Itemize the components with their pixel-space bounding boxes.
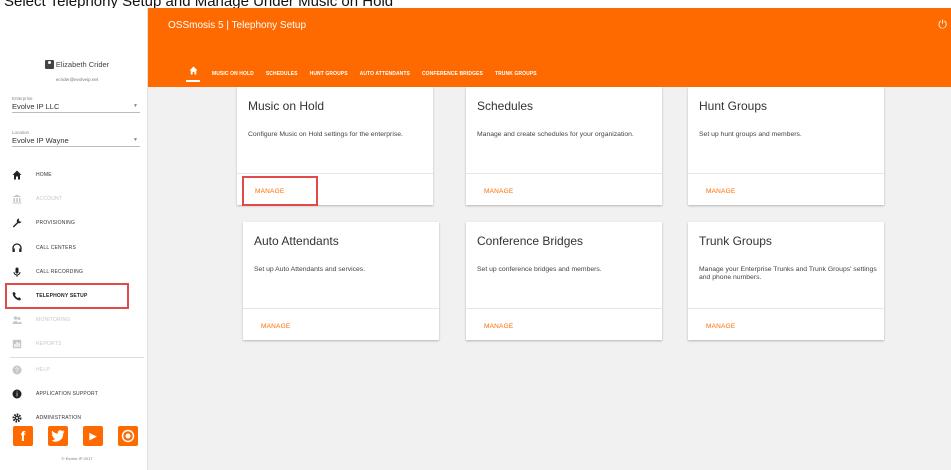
tab-hunt-groups[interactable]: HUNT GROUPS — [310, 71, 348, 77]
manage-button-auto-attendants[interactable]: MANAGE — [248, 311, 324, 341]
card-title: Schedules — [477, 99, 534, 113]
manage-button-hunt-groups[interactable]: MANAGE — [693, 176, 769, 206]
sidebar-item-account[interactable]: ACCOUNT — [6, 187, 148, 211]
card-schedules: Schedules Manage and create schedules fo… — [466, 87, 662, 205]
tab-conference-bridges[interactable]: CONFERENCE BRIDGES — [422, 71, 483, 77]
sidebar-item-call-centers[interactable]: CALL CENTERS — [6, 236, 148, 260]
card-conference-bridges: Conference Bridges Set up conference bri… — [466, 222, 662, 340]
home-icon — [12, 170, 22, 180]
card-description: Set up conference bridges and members. — [477, 266, 602, 273]
card-hunt-groups: Hunt Groups Set up hunt groups and membe… — [688, 87, 884, 205]
sidebar-item-reports[interactable]: REPORTS — [6, 332, 148, 356]
tab-auto-attendants[interactable]: AUTO ATTENDANTS — [360, 71, 410, 77]
sidebar-item-label: PROVISIONING — [36, 220, 76, 227]
wrench-icon — [12, 218, 22, 228]
card-description: Configure Music on Hold settings for the… — [248, 131, 403, 138]
sidebar-item-help[interactable]: ? HELP — [6, 358, 148, 382]
sidebar-item-monitoring[interactable]: MONITORING — [6, 308, 148, 332]
user-info: Elizabeth Crider ecrider@evolveip.net — [6, 56, 148, 82]
sidebar-item-label: ADMINISTRATION — [36, 414, 82, 421]
tab-bar: MUSIC ON HOLD SCHEDULES HUNT GROUPS AUTO… — [186, 66, 537, 82]
report-icon — [12, 339, 22, 349]
manage-button-schedules[interactable]: MANAGE — [471, 176, 547, 206]
card-title: Conference Bridges — [477, 234, 584, 248]
card-divider — [688, 173, 884, 174]
user-name: Elizabeth Crider — [55, 60, 110, 69]
sidebar-item-home[interactable]: HOME — [6, 163, 148, 187]
sidebar-item-label: REPORTS — [36, 341, 62, 348]
page-title: OSSmosis 5 | Telephony Setup — [168, 20, 307, 31]
card-divider — [688, 308, 884, 309]
headset-icon — [12, 243, 22, 253]
facebook-icon[interactable]: f — [13, 426, 33, 446]
user-card-icon — [44, 60, 54, 69]
phone-icon — [12, 291, 22, 301]
svg-text:?: ? — [15, 367, 19, 374]
sidebar-item-label: HELP — [36, 366, 50, 373]
enterprise-select[interactable]: Enterprise Evolve IP LLC ▼ — [12, 96, 140, 113]
sidebar-item-application-support[interactable]: i APPLICATION SUPPORT — [6, 382, 148, 406]
sidebar-item-label: MONITORING — [36, 317, 71, 324]
card-title: Music on Hold — [248, 99, 325, 113]
card-trunk-groups: Trunk Groups Manage your Enterprise Trun… — [688, 222, 884, 340]
bank-icon — [12, 194, 22, 204]
manage-button-trunk-groups[interactable]: MANAGE — [693, 311, 769, 341]
manage-button-music-on-hold[interactable]: MANAGE — [242, 176, 318, 206]
sidebar-item-label: ACCOUNT — [36, 196, 63, 203]
sidebar-item-label: CALL CENTERS — [36, 244, 77, 251]
sidebar-item-provisioning[interactable]: PROVISIONING — [6, 211, 148, 235]
sidebar-item-label: HOME — [36, 172, 52, 179]
power-icon[interactable]: ⏻ — [938, 19, 947, 32]
social-links: f ▶ — [13, 426, 138, 446]
home-tab-icon[interactable] — [186, 66, 200, 82]
evolve-logo-icon[interactable] — [118, 426, 138, 446]
tab-schedules[interactable]: SCHEDULES — [266, 71, 298, 77]
card-description: Manage and create schedules for your org… — [477, 131, 634, 138]
card-description: Set up Auto Attendants and services. — [254, 266, 366, 273]
twitter-icon[interactable] — [48, 426, 68, 446]
sidebar-item-call-recording[interactable]: CALL RECORDING — [6, 260, 148, 284]
app-window: Elizabeth Crider ecrider@evolveip.net En… — [5, 8, 951, 470]
card-description: Set up hunt groups and members. — [699, 131, 802, 138]
users-icon — [12, 315, 22, 325]
sidebar: Elizabeth Crider ecrider@evolveip.net En… — [5, 8, 148, 470]
sidebar-item-telephony-setup[interactable]: TELEPHONY SETUP — [5, 282, 129, 310]
microphone-icon — [12, 267, 22, 277]
card-divider — [466, 308, 662, 309]
user-email: ecrider@evolveip.net — [55, 77, 99, 82]
card-music-on-hold: Music on Hold Configure Music on Hold se… — [237, 87, 433, 206]
card-auto-attendants: Auto Attendants Set up Auto Attendants a… — [243, 222, 439, 340]
info-icon: i — [12, 389, 22, 399]
sidebar-item-label: APPLICATION SUPPORT — [36, 390, 98, 397]
chevron-down-icon: ▼ — [133, 103, 138, 109]
card-title: Auto Attendants — [254, 234, 339, 248]
enterprise-value: Evolve IP LLC — [12, 102, 60, 111]
sidebar-item-label: CALL RECORDING — [36, 268, 84, 275]
top-bar: OSSmosis 5 | Telephony Setup ⏻ MUSIC ON … — [148, 8, 951, 87]
sidebar-item-label: TELEPHONY SETUP — [36, 293, 88, 300]
tab-music-on-hold[interactable]: MUSIC ON HOLD — [212, 71, 254, 77]
help-icon: ? — [12, 365, 22, 375]
card-divider — [243, 308, 439, 309]
copyright: © Evolve IP 2017 — [61, 456, 93, 461]
gear-icon — [12, 413, 22, 423]
sidebar-nav: HOME ACCOUNT PROVISIONING CALL CENTERS C… — [5, 163, 148, 430]
card-title: Hunt Groups — [699, 99, 768, 113]
location-select[interactable]: Location Evolve IP Wayne ▼ — [12, 130, 140, 147]
card-divider — [237, 173, 433, 174]
location-value: Evolve IP Wayne — [12, 136, 69, 145]
manage-button-conference-bridges[interactable]: MANAGE — [471, 311, 547, 341]
card-description: Manage your Enterprise Trunks and Trunk … — [699, 266, 877, 281]
chevron-down-icon: ▼ — [133, 137, 138, 143]
card-title: Trunk Groups — [699, 234, 772, 248]
card-divider — [466, 173, 662, 174]
tab-trunk-groups[interactable]: TRUNK GROUPS — [495, 71, 537, 77]
youtube-icon[interactable]: ▶ — [83, 426, 103, 446]
